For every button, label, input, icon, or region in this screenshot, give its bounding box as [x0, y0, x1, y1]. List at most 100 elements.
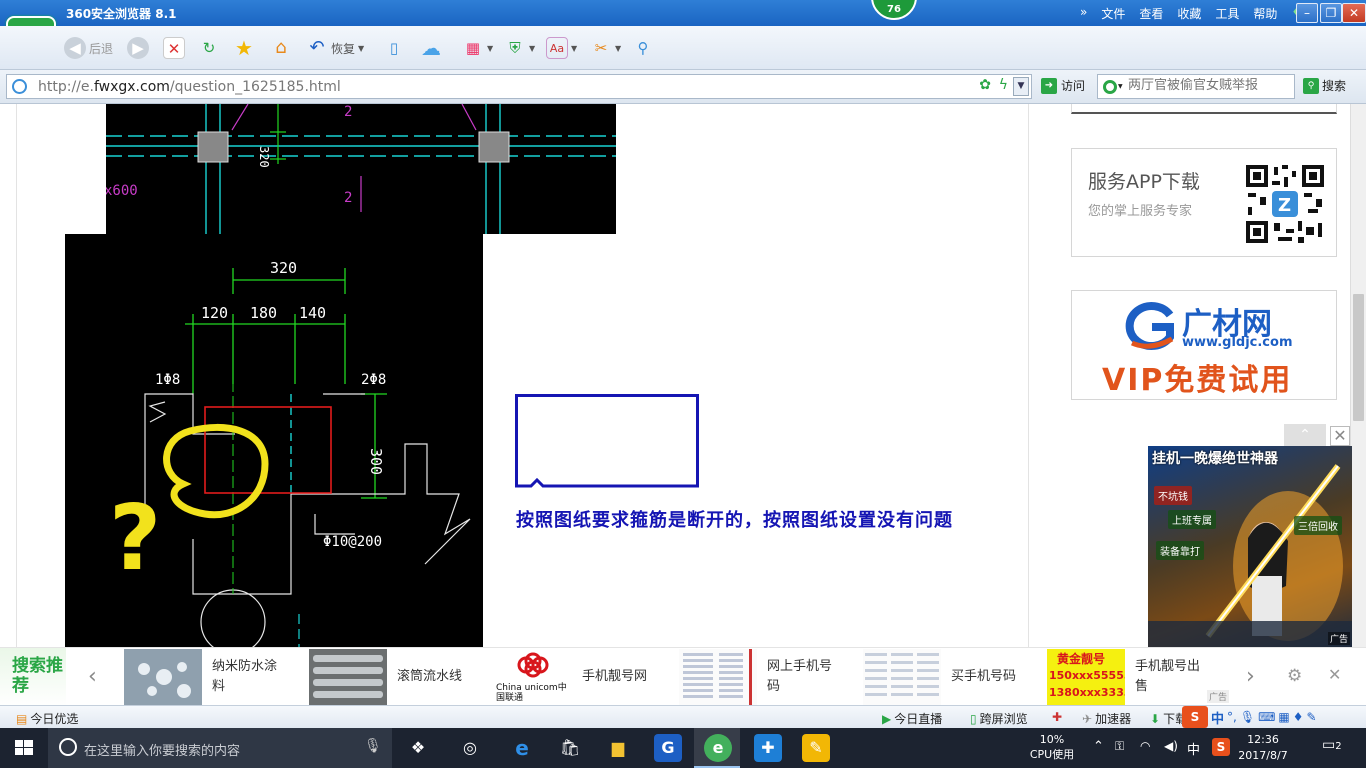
- recommend-item[interactable]: 滚筒流水线: [309, 648, 469, 706]
- home-button[interactable]: ⌂: [270, 36, 292, 60]
- cad-drawing-top[interactable]: 320 2 2 x600: [106, 104, 616, 234]
- notification-app-icon[interactable]: ◎: [456, 734, 484, 762]
- cad-drawing-main[interactable]: 320 120 180 140 300 1Φ8 2Φ8 Φ10@200 ?: [65, 234, 483, 647]
- lightning-icon[interactable]: ϟ: [999, 77, 1008, 93]
- notes-app-icon[interactable]: ✎: [802, 734, 830, 762]
- action-center-icon[interactable]: ▭2: [1322, 737, 1342, 753]
- plus-button[interactable]: ✚: [1052, 710, 1062, 724]
- recommend-item[interactable]: 买手机号码: [863, 648, 1023, 706]
- menu-file[interactable]: 文件: [1101, 5, 1125, 22]
- menu-help[interactable]: 帮助: [1253, 5, 1277, 22]
- ad-label: 广告: [1327, 632, 1350, 645]
- wifi-icon[interactable]: ◠: [1140, 739, 1150, 753]
- clock-time: 12:36: [1247, 733, 1279, 746]
- recommend-item[interactable]: 纳米防水涂料: [124, 648, 284, 706]
- today-pick-button[interactable]: ▤ 今日优选: [16, 710, 78, 727]
- url-dropdown-icon[interactable]: ▼: [1013, 77, 1029, 96]
- cpu-usage[interactable]: 10% CPU使用: [1024, 732, 1080, 762]
- menu-expand-icon[interactable]: »: [1080, 5, 1087, 22]
- qr-code-icon[interactable]: Z: [1244, 163, 1326, 245]
- forward-arrow-icon: ▶: [127, 37, 149, 59]
- go-arrow-icon: ➜: [1041, 77, 1057, 94]
- recommend-thumb: 黄金靓号 150xxx55555 1380xxx3333: [1047, 649, 1125, 705]
- minimize-button[interactable]: –: [1296, 3, 1318, 23]
- recommend-item[interactable]: 黄金靓号 150xxx55555 1380xxx3333 手机靓号出售: [1047, 648, 1207, 706]
- apps-grid-icon: ▦: [465, 39, 481, 57]
- taskbar: 在这里输入你要搜索的内容 🎙 ❖ ◎ e 🛍 ▆ G e ✚ ✎ 10% CPU…: [0, 728, 1366, 768]
- accelerator-button[interactable]: ✈ 加速器: [1082, 710, 1131, 727]
- chevron-right-icon[interactable]: ›: [1246, 664, 1255, 689]
- game-ad-close-icon[interactable]: ✕: [1330, 426, 1350, 446]
- vertical-scrollbar[interactable]: [1350, 104, 1366, 647]
- back-button[interactable]: ◀ 后退: [64, 36, 113, 60]
- notification-count: 2: [1335, 741, 1342, 752]
- search-button[interactable]: ⚲ 搜索: [1303, 77, 1346, 94]
- cad-stirrup-label: Φ10@200: [323, 534, 382, 550]
- menu-view[interactable]: 查看: [1139, 5, 1163, 22]
- teamviewer-icon[interactable]: ✚: [754, 734, 782, 762]
- volume-icon[interactable]: ◀): [1164, 739, 1178, 753]
- store-icon[interactable]: 🛍: [556, 734, 584, 762]
- scrollbar-thumb[interactable]: [1353, 294, 1364, 421]
- favorite-button[interactable]: ★: [233, 36, 255, 60]
- cloud-button[interactable]: ☁: [416, 36, 446, 60]
- taskbar-search[interactable]: 在这里输入你要搜索的内容 🎙: [48, 728, 392, 768]
- recommend-item[interactable]: China unicom中国联通 手机靓号网: [494, 648, 654, 706]
- close-icon[interactable]: ✕: [1328, 665, 1341, 684]
- glodon-app-icon[interactable]: G: [654, 734, 682, 762]
- visit-button[interactable]: ➜ 访问: [1041, 77, 1085, 94]
- phone-button[interactable]: ▯: [383, 36, 405, 60]
- translate-button[interactable]: Aa ▼: [546, 36, 577, 60]
- refresh-button[interactable]: ↻: [198, 36, 220, 60]
- recommend-item[interactable]: 网上手机号码: [679, 648, 839, 706]
- gldjc-logo-icon: [1125, 302, 1174, 350]
- url-field[interactable]: http://e.fwxgx.com/question_1625185.html…: [6, 74, 1032, 99]
- today-live-button[interactable]: ▶ 今日直播: [882, 710, 942, 727]
- back-to-top-button[interactable]: ⌃: [1284, 424, 1326, 446]
- menu-favorites[interactable]: 收藏: [1177, 5, 1201, 22]
- zoom-button[interactable]: ⚲: [632, 36, 654, 60]
- gldjc-ad[interactable]: 广材网 www.gldjc.com VIP免费试用: [1071, 290, 1337, 400]
- app-download-widget[interactable]: 服务APP下载 您的掌上服务专家 Z: [1071, 148, 1337, 257]
- restore-button[interactable]: ❐: [1320, 3, 1342, 23]
- search-engine-icon[interactable]: [1103, 80, 1117, 94]
- task-view-icon[interactable]: ❖: [404, 734, 432, 762]
- screenshot-button[interactable]: ✂ ▼: [590, 36, 621, 60]
- cad-label-2b: 2: [344, 190, 352, 206]
- close-button[interactable]: ✕: [1342, 3, 1366, 23]
- cpu-percent: 10%: [1039, 733, 1065, 746]
- search-field[interactable]: ▼: [1097, 74, 1295, 99]
- url-text[interactable]: http://e.fwxgx.com/question_1625185.html: [38, 79, 341, 95]
- gldjc-url: www.gldjc.com: [1182, 335, 1293, 350]
- game-ad-title: 挂机一晚爆绝世神器: [1152, 451, 1278, 467]
- stop-icon: ✕: [163, 37, 185, 59]
- ime-indicator[interactable]: 中: [1187, 739, 1200, 758]
- notification-badge[interactable]: 76: [871, 0, 917, 20]
- gear-icon[interactable]: ⚙: [1287, 666, 1302, 686]
- game-ad[interactable]: 挂机一晚爆绝世神器 不坑钱 上班专属 三倍回收 装备靠打 广告: [1148, 446, 1352, 647]
- chevron-down-icon[interactable]: ▼: [1118, 83, 1123, 90]
- chevron-left-icon[interactable]: ‹: [88, 664, 97, 689]
- forward-button[interactable]: ▶: [127, 36, 149, 60]
- windows-start-icon[interactable]: [0, 728, 48, 768]
- app-download-title: 服务APP下载: [1088, 171, 1200, 193]
- tray-expand-icon[interactable]: ⌃: [1093, 739, 1104, 754]
- apps-button[interactable]: ▦ ▼: [462, 36, 493, 60]
- security-button[interactable]: ⛨ ▼: [504, 36, 535, 60]
- clock[interactable]: 12:36 2017/8/7: [1238, 732, 1288, 764]
- url-domain: fwxgx.com: [93, 79, 170, 95]
- menu-tools[interactable]: 工具: [1215, 5, 1239, 22]
- sogou-ime-toolbar[interactable]: S 中 °, 🎙 ⌨ ▦ ♦ ✎: [1182, 706, 1317, 728]
- stop-button[interactable]: ✕: [163, 36, 185, 60]
- sogou-tray-icon[interactable]: S: [1212, 738, 1230, 756]
- green-refresh-icon[interactable]: ✿: [979, 77, 991, 93]
- microphone-icon[interactable]: 🎙: [364, 738, 382, 754]
- chevron-down-icon: ▼: [571, 43, 578, 53]
- cross-screen-button[interactable]: ▯ 跨屏浏览: [970, 710, 1028, 727]
- network-vpn-icon[interactable]: ⚿: [1115, 739, 1124, 754]
- edge-icon[interactable]: e: [508, 734, 536, 762]
- search-input[interactable]: [1128, 78, 1293, 93]
- chevron-down-icon: ▼: [615, 43, 622, 53]
- restore-tab-button[interactable]: ↶ 恢复 ▼: [306, 36, 364, 60]
- file-explorer-icon[interactable]: ▆: [604, 734, 632, 762]
